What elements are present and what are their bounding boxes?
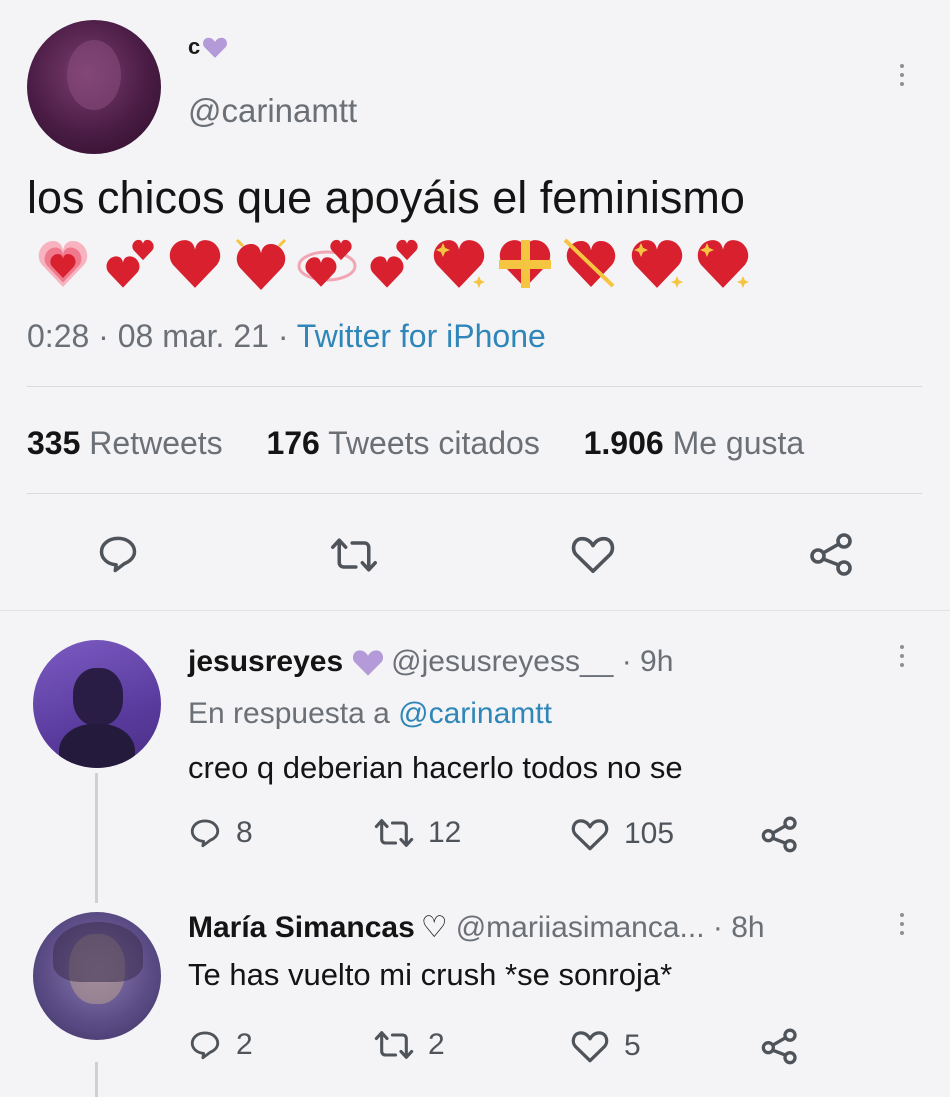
- reply-text: Te has vuelto mi crush *se sonroja*: [188, 957, 673, 992]
- reply-author-name[interactable]: María Simancas: [188, 911, 415, 945]
- reply-author-handle[interactable]: @mariiasimanca...: [456, 911, 705, 945]
- tweet-stats: 335 Retweets 176 Tweets citados 1.906 Me…: [27, 425, 804, 462]
- retweets-stat[interactable]: 335 Retweets: [27, 425, 232, 461]
- two-hearts-emoji: [106, 239, 154, 288]
- likes-count: 1.906: [583, 425, 664, 461]
- reply-share-icon[interactable]: [760, 1026, 800, 1066]
- like-count: 105: [624, 817, 675, 850]
- reply-retweet-button[interactable]: 12: [374, 816, 461, 850]
- retweets-label: Retweets: [89, 425, 223, 461]
- divider: [27, 386, 922, 387]
- growing-heart-emoji: [38, 241, 88, 287]
- reply-icon[interactable]: [96, 532, 140, 576]
- likes-stat[interactable]: 1.906 Me gusta: [584, 425, 805, 461]
- replying-to-prefix: En respuesta a: [188, 697, 390, 730]
- reply-retweet-button[interactable]: 2: [374, 1028, 445, 1062]
- sparkling-heart-emoji: [697, 240, 749, 288]
- like-icon: [570, 816, 610, 852]
- like-icon[interactable]: [570, 533, 616, 575]
- author-handle[interactable]: @carinamtt: [188, 92, 357, 130]
- tweet-time: 0:28: [27, 318, 90, 354]
- reply-time: 9h: [640, 645, 674, 678]
- reply-header: María Simancas ♡ @mariiasimanca... · 8h: [188, 910, 765, 945]
- meta-separator: ·: [98, 318, 118, 354]
- heart-with-arrow-emoji: [563, 238, 616, 288]
- thread-line: [95, 1062, 98, 1097]
- author-name-row: c: [188, 34, 228, 60]
- tweet-meta: 0:28 · 08 mar. 21 · Twitter for iPhone: [27, 318, 546, 355]
- retweet-count: 2: [428, 1028, 445, 1061]
- quotes-label: Tweets citados: [328, 425, 540, 461]
- reply-reply-button[interactable]: 8: [188, 816, 253, 850]
- emoji-row: [30, 233, 760, 295]
- reply-header: jesusreyes @jesusreyess__ · 9h: [188, 645, 673, 679]
- meta-separator: ·: [277, 318, 297, 354]
- red-heart-emoji: [169, 240, 221, 288]
- retweet-icon: [374, 1028, 414, 1062]
- like-icon: [570, 1028, 610, 1064]
- retweet-icon[interactable]: [330, 534, 378, 576]
- sparkling-heart-emoji: [433, 240, 485, 288]
- reply-more-menu-icon[interactable]: [898, 645, 906, 667]
- purple-heart-icon: [351, 647, 385, 677]
- tweet-source-link[interactable]: Twitter for iPhone: [297, 318, 546, 354]
- like-count: 5: [624, 1029, 641, 1062]
- reply-count: 8: [236, 816, 253, 849]
- replying-to: En respuesta a @carinamtt: [188, 697, 552, 731]
- reply-share-icon[interactable]: [760, 814, 800, 854]
- quotes-stat[interactable]: 176 Tweets citados: [266, 425, 548, 461]
- emoji-strip: [38, 238, 749, 290]
- reply-author-handle[interactable]: @jesusreyess__: [391, 645, 613, 679]
- reply-more-menu-icon[interactable]: [898, 913, 906, 935]
- two-hearts-emoji: [370, 239, 418, 288]
- reply-author-name[interactable]: jesusreyes: [188, 645, 343, 679]
- quotes-count: 176: [266, 425, 320, 461]
- reply-like-button[interactable]: 5: [570, 1028, 641, 1064]
- meta-separator: ·: [704, 910, 732, 944]
- meta-separator: ·: [613, 645, 641, 678]
- author-avatar[interactable]: [27, 20, 161, 154]
- sparkling-heart-emoji: [631, 240, 683, 288]
- divider: [27, 493, 922, 494]
- purple-heart-icon: [202, 35, 228, 59]
- retweet-count: 12: [428, 816, 462, 849]
- reply-avatar[interactable]: [33, 640, 161, 768]
- reply-icon: [188, 1028, 222, 1062]
- replying-to-handle[interactable]: @carinamtt: [398, 697, 552, 730]
- reply-icon: [188, 816, 222, 850]
- reply-count: 2: [236, 1028, 253, 1061]
- name-heart-suffix: ♡: [420, 911, 448, 944]
- reply-reply-button[interactable]: 2: [188, 1028, 253, 1062]
- thread-line: [95, 773, 98, 903]
- tweet-more-menu-icon[interactable]: [898, 64, 906, 86]
- section-divider: [0, 610, 950, 611]
- author-display-name[interactable]: c: [188, 34, 200, 60]
- reply-text: creo q deberian hacerlo todos no se: [188, 750, 683, 785]
- tweet-text: los chicos que apoyáis el feminismo: [27, 172, 745, 223]
- revolving-hearts-emoji: [297, 239, 357, 287]
- retweet-icon: [374, 816, 414, 850]
- heart-with-ribbon-emoji: [499, 240, 551, 288]
- reply-time: 8h: [731, 910, 765, 944]
- reply-avatar[interactable]: [33, 912, 161, 1040]
- retweets-count: 335: [27, 425, 81, 461]
- tweet-date: 08 mar. 21: [117, 318, 269, 354]
- beating-heart-emoji: [235, 238, 287, 290]
- share-icon[interactable]: [808, 530, 856, 578]
- reply-like-button[interactable]: 105: [570, 816, 674, 852]
- likes-label: Me gusta: [672, 425, 805, 461]
